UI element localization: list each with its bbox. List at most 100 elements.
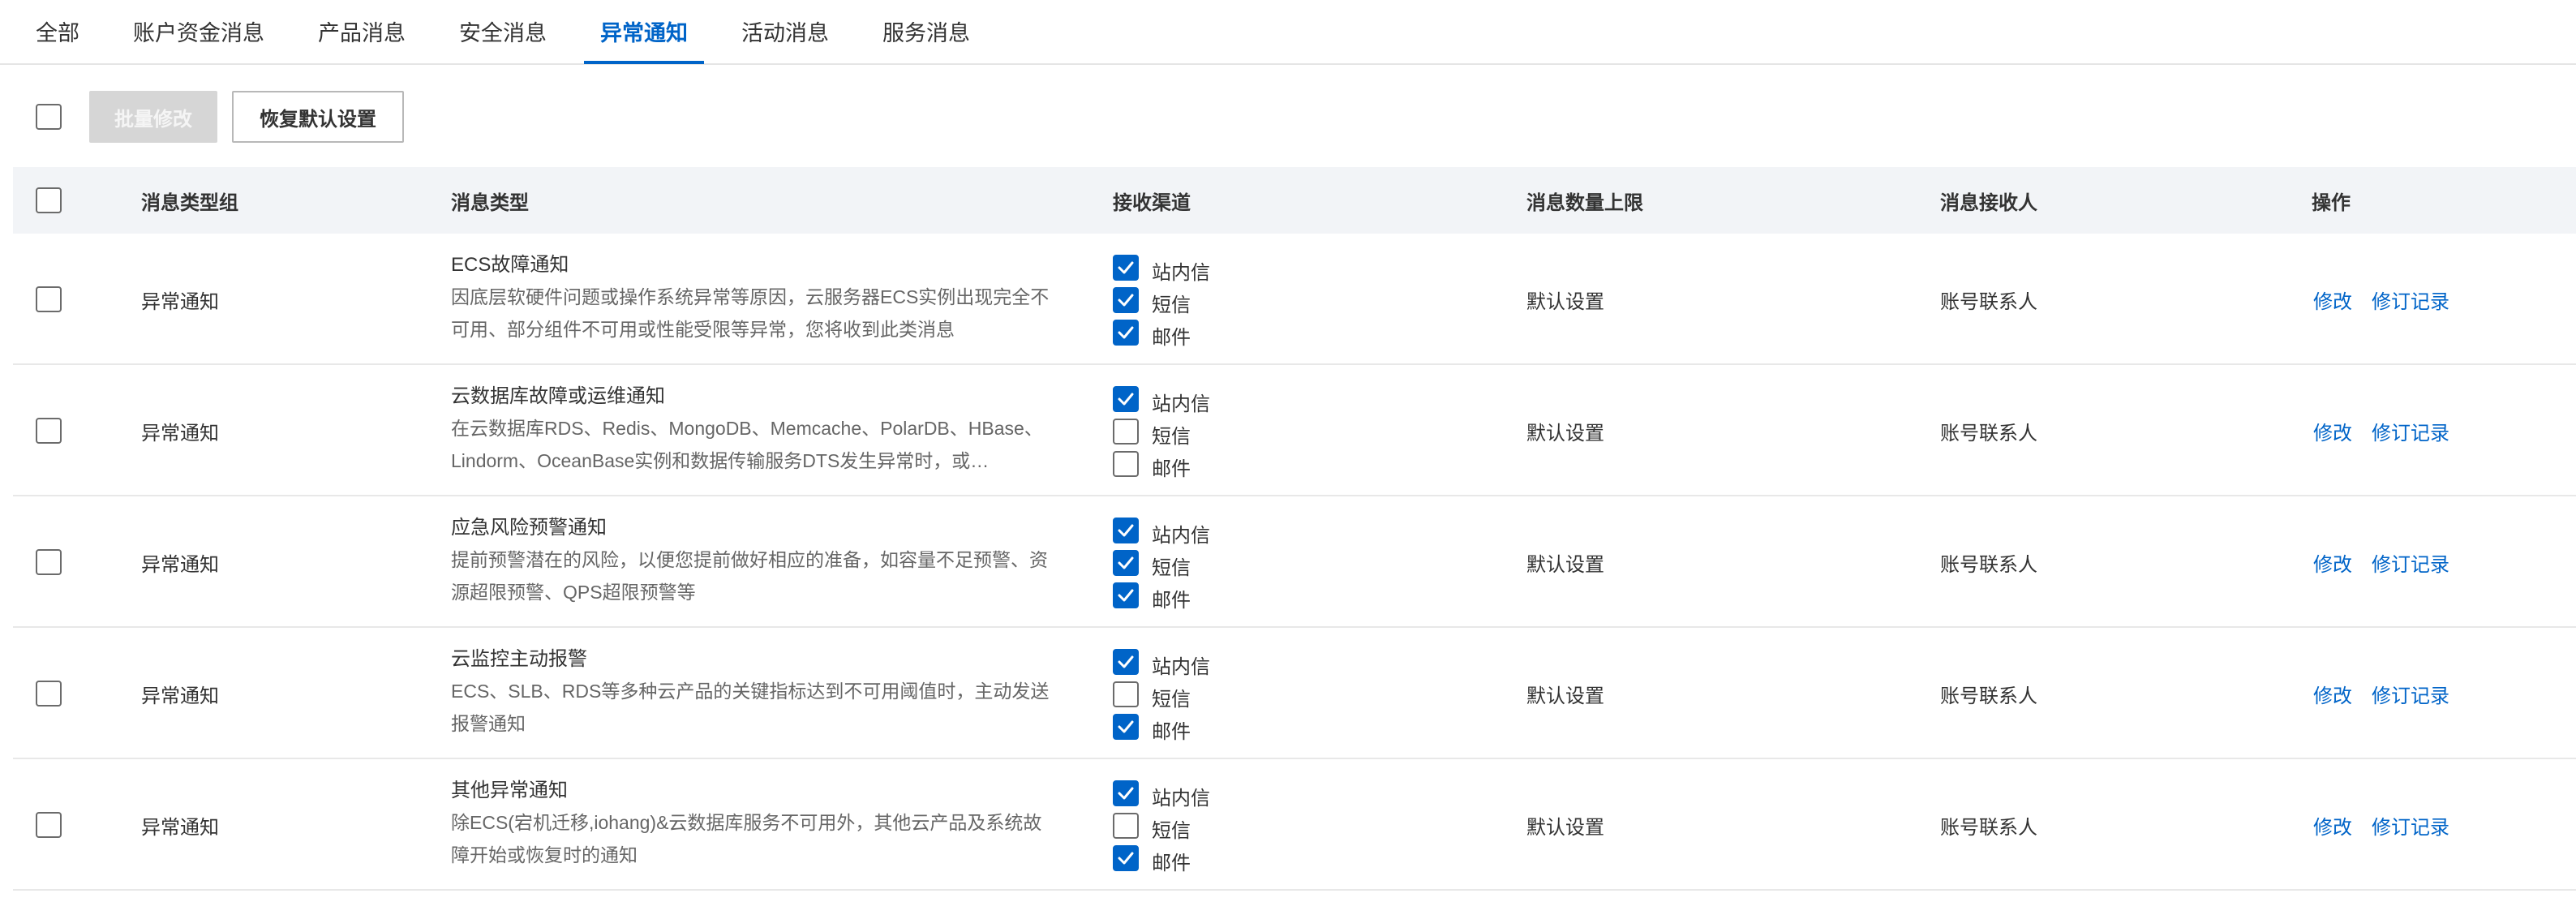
- column-header-actions: 操作: [2312, 191, 2351, 214]
- row-group: 异常通知: [141, 817, 219, 839]
- channel-email-label: 邮件: [1152, 853, 1191, 874]
- row-type-title: 其他异常通知: [451, 780, 568, 801]
- channel-email-label: 邮件: [1152, 590, 1191, 612]
- tab-exception-notice[interactable]: 异常通知: [584, 0, 704, 64]
- channel-site-message[interactable]: 站内信: [1113, 777, 1243, 810]
- channel-sms-checkbox[interactable]: [1113, 287, 1139, 313]
- channel-site-message-checkbox[interactable]: [1113, 649, 1139, 675]
- tab-all[interactable]: 全部: [19, 0, 96, 62]
- table-header: 消息类型组 消息类型 接收渠道 消息数量上限 消息接收人 操作: [13, 167, 2576, 234]
- row-select-checkbox[interactable]: [36, 418, 62, 444]
- channel-site-message[interactable]: 站内信: [1113, 514, 1243, 547]
- tab-products[interactable]: 产品消息: [302, 0, 422, 62]
- edit-link[interactable]: 修改: [2313, 680, 2352, 708]
- channel-email[interactable]: 邮件: [1113, 316, 1243, 349]
- channel-sms[interactable]: 短信: [1113, 284, 1243, 316]
- row-type-description: 因底层软硬件问题或操作系统异常等原因，云服务器ECS实例出现完全不可用、部分组件…: [451, 286, 1050, 340]
- tab-service[interactable]: 服务消息: [866, 0, 986, 62]
- column-header-channel: 接收渠道: [1113, 191, 1191, 214]
- restore-default-button[interactable]: 恢复默认设置: [232, 91, 404, 143]
- column-header-recipient: 消息接收人: [1940, 191, 2037, 214]
- row-limit: 默认设置: [1526, 685, 1604, 707]
- row-recipient: 账号联系人: [1940, 685, 2037, 707]
- edit-link[interactable]: 修改: [2313, 548, 2352, 577]
- row-limit: 默认设置: [1526, 554, 1604, 576]
- channel-site-message[interactable]: 站内信: [1113, 251, 1243, 284]
- revision-history-link[interactable]: 修订记录: [2372, 811, 2449, 840]
- channel-site-message-checkbox[interactable]: [1113, 780, 1139, 806]
- revision-history-link[interactable]: 修订记录: [2372, 286, 2449, 314]
- channel-site-message-label: 站内信: [1152, 525, 1210, 547]
- channel-email-checkbox[interactable]: [1113, 320, 1139, 346]
- channel-site-message-checkbox[interactable]: [1113, 255, 1139, 281]
- row-limit: 默认设置: [1526, 291, 1604, 313]
- row-type-title: 应急风险预警通知: [451, 517, 607, 539]
- row-type-description: 除ECS(宕机迁移,iohang)&云数据库服务不可用外，其他云产品及系统故障开…: [451, 812, 1042, 865]
- channel-email-checkbox[interactable]: [1113, 714, 1139, 740]
- select-all-toolbar-checkbox[interactable]: [36, 104, 62, 130]
- row-type-description: ECS、SLB、RDS等多种云产品的关键指标达到不可用阈值时，主动发送报警通知: [451, 681, 1050, 734]
- table-row: 异常通知 云数据库故障或运维通知 在云数据库RDS、Redis、MongoDB、Me…: [13, 365, 2576, 496]
- channel-sms[interactable]: 短信: [1113, 810, 1243, 842]
- channel-sms-checkbox[interactable]: [1113, 813, 1139, 839]
- channel-sms-label: 短信: [1152, 426, 1191, 448]
- row-group: 异常通知: [141, 685, 219, 707]
- edit-link[interactable]: 修改: [2313, 417, 2352, 445]
- tab-activity[interactable]: 活动消息: [725, 0, 845, 62]
- row-group: 异常通知: [141, 554, 219, 576]
- row-limit: 默认设置: [1526, 423, 1604, 445]
- row-select-checkbox[interactable]: [36, 549, 62, 575]
- revision-history-link[interactable]: 修订记录: [2372, 548, 2449, 577]
- channel-site-message-label: 站内信: [1152, 656, 1210, 678]
- channel-email-checkbox[interactable]: [1113, 845, 1139, 871]
- row-type-description: 在云数据库RDS、Redis、MongoDB、Memcache、PolarDB、…: [451, 418, 1043, 471]
- column-header-limit: 消息数量上限: [1526, 191, 1643, 214]
- batch-edit-button[interactable]: 批量修改: [89, 91, 217, 143]
- revision-history-link[interactable]: 修订记录: [2372, 680, 2449, 708]
- table-row: 异常通知 应急风险预警通知提前预警潜在的风险，以便您提前做好相应的准备，如容量不足…: [13, 496, 2576, 628]
- channel-site-message-checkbox[interactable]: [1113, 386, 1139, 412]
- row-recipient: 账号联系人: [1940, 817, 2037, 839]
- channel-email-checkbox[interactable]: [1113, 582, 1139, 608]
- channel-sms[interactable]: 短信: [1113, 678, 1243, 711]
- row-type-title: 云监控主动报警: [451, 648, 587, 670]
- tab-account-funds[interactable]: 账户资金消息: [117, 0, 281, 62]
- channel-sms-label: 短信: [1152, 557, 1191, 579]
- channel-sms-label: 短信: [1152, 689, 1191, 711]
- row-type-description: 提前预警潜在的风险，以便您提前做好相应的准备，如容量不足预警、资源超限预警、QP…: [451, 549, 1048, 603]
- channel-email[interactable]: 邮件: [1113, 711, 1243, 743]
- channel-sms-checkbox[interactable]: [1113, 550, 1139, 576]
- row-recipient: 账号联系人: [1940, 423, 2037, 445]
- select-all-checkbox[interactable]: [36, 187, 62, 213]
- edit-link[interactable]: 修改: [2313, 811, 2352, 840]
- revision-history-link[interactable]: 修订记录: [2372, 417, 2449, 445]
- row-select-checkbox[interactable]: [36, 681, 62, 707]
- channel-sms-checkbox[interactable]: [1113, 681, 1139, 707]
- channel-email-label: 邮件: [1152, 327, 1191, 349]
- channel-email-label: 邮件: [1152, 458, 1191, 480]
- channel-site-message-checkbox[interactable]: [1113, 518, 1139, 543]
- tab-security[interactable]: 安全消息: [443, 0, 563, 62]
- toolbar: 批量修改 恢复默认设置: [0, 91, 2576, 143]
- table-row: 异常通知 云监控主动报警 ECS、SLB、RDS等多种云产品的关键指标达到不可用阈值…: [13, 628, 2576, 759]
- channel-sms[interactable]: 短信: [1113, 547, 1243, 579]
- channel-site-message-label: 站内信: [1152, 788, 1210, 810]
- row-group: 异常通知: [141, 291, 219, 313]
- channel-site-message[interactable]: 站内信: [1113, 646, 1243, 678]
- channel-email[interactable]: 邮件: [1113, 579, 1243, 612]
- channel-site-message[interactable]: 站内信: [1113, 383, 1243, 415]
- channel-email-checkbox[interactable]: [1113, 451, 1139, 477]
- row-select-checkbox[interactable]: [36, 812, 62, 838]
- channel-sms-label: 短信: [1152, 294, 1191, 316]
- channel-sms-checkbox[interactable]: [1113, 419, 1139, 445]
- row-select-checkbox[interactable]: [36, 286, 62, 312]
- row-group: 异常通知: [141, 423, 219, 445]
- table-row: 异常通知 其他异常通知除ECS(宕机迁移,iohang)&云数据库服务不可用外，其…: [13, 759, 2576, 891]
- table-row: 异常通知 ECS故障通知 因底层软硬件问题或操作系统异常等原因，云服务器ECS实例出…: [13, 234, 2576, 365]
- row-limit: 默认设置: [1526, 817, 1604, 839]
- channel-email[interactable]: 邮件: [1113, 448, 1243, 480]
- notification-settings-page: 全部 账户资金消息 产品消息 安全消息 异常通知 活动消息 服务消息 批量修改 …: [0, 0, 2576, 902]
- edit-link[interactable]: 修改: [2313, 286, 2352, 314]
- channel-email[interactable]: 邮件: [1113, 842, 1243, 874]
- channel-sms[interactable]: 短信: [1113, 415, 1243, 448]
